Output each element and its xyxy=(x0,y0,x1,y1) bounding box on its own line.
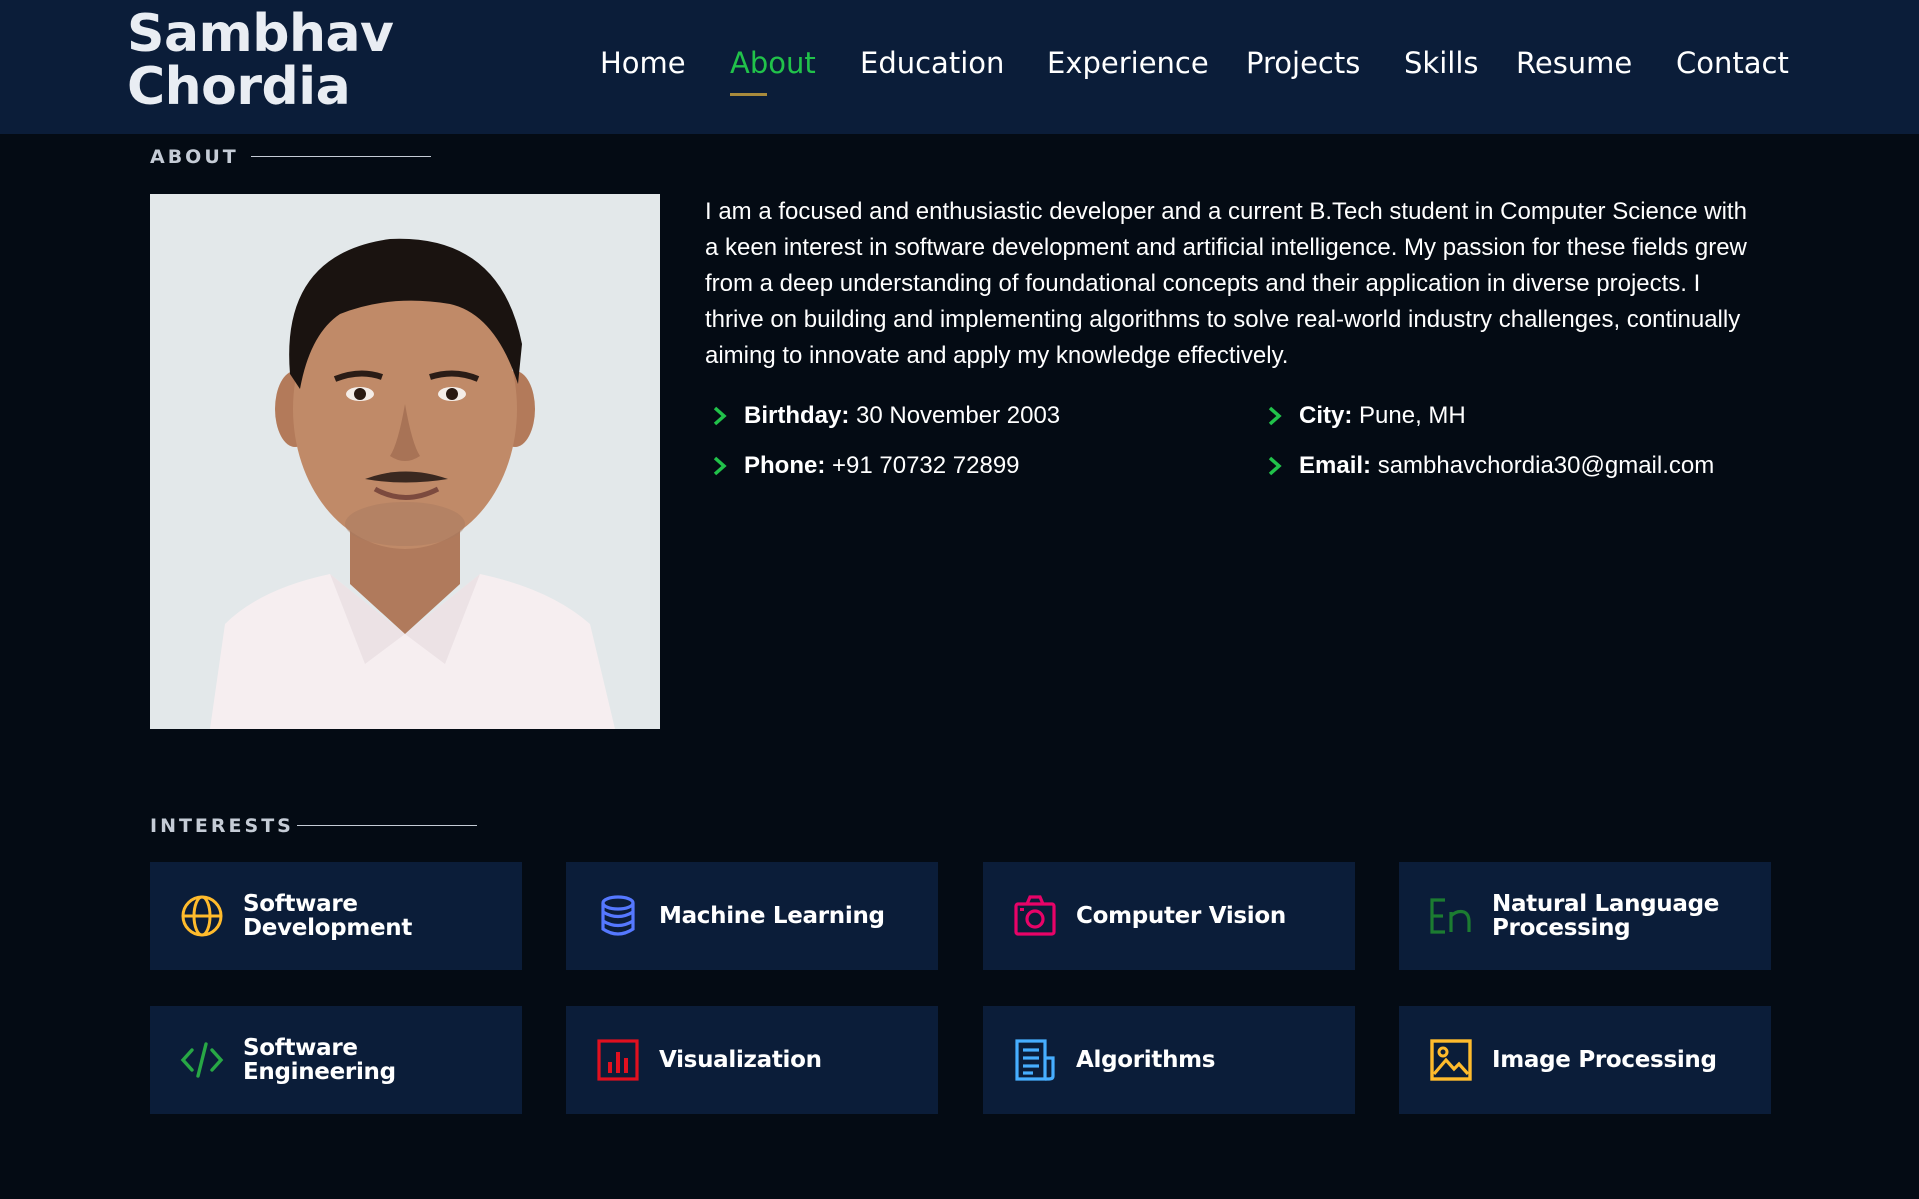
interest-card-visualization[interactable]: Visualization xyxy=(566,1006,938,1114)
info-email-value[interactable]: sambhavchordia30@gmail.com xyxy=(1378,452,1715,479)
main-nav: Home About Education Experience Projects… xyxy=(0,46,1919,106)
interest-label-line1: Software xyxy=(243,1035,358,1061)
info-birthday-label: Birthday: xyxy=(744,402,850,429)
chevron-right-icon xyxy=(1268,456,1282,476)
info-birthday-value: 30 November 2003 xyxy=(856,402,1061,429)
info-birthday: Birthday: 30 November 2003 xyxy=(744,402,1060,430)
interest-label-line1: Image Processing xyxy=(1492,1047,1717,1073)
about-section-title: ABOUT xyxy=(150,146,239,168)
interest-label: Natural Language Processing xyxy=(1492,862,1762,970)
info-email: Email: sambhavchordia30@gmail.com xyxy=(1299,452,1714,480)
about-bio: I am a focused and enthusiastic develope… xyxy=(705,198,1747,369)
interest-card-computer-vision[interactable]: Computer Vision xyxy=(983,862,1355,970)
interest-label: Machine Learning xyxy=(659,862,929,970)
nav-home[interactable]: Home xyxy=(600,46,686,80)
interest-label-line1: Visualization xyxy=(659,1047,822,1073)
chevron-right-icon xyxy=(713,456,727,476)
nav-projects[interactable]: Projects xyxy=(1246,46,1360,80)
nav-resume[interactable]: Resume xyxy=(1516,46,1632,80)
camera-icon xyxy=(1014,895,1056,936)
interest-label: Image Processing xyxy=(1492,1006,1762,1114)
document-icon xyxy=(1015,1039,1055,1081)
interest-label-line2: Processing xyxy=(1492,915,1631,941)
chevron-right-icon xyxy=(713,406,727,426)
nav-experience[interactable]: Experience xyxy=(1047,46,1209,80)
interest-label-line1: Algorithms xyxy=(1076,1047,1216,1073)
info-city-label: City: xyxy=(1299,402,1353,429)
interest-label-line1: Computer Vision xyxy=(1076,903,1286,929)
info-city: City: Pune, MH xyxy=(1299,402,1466,430)
interest-card-natural-language-processing[interactable]: Natural Language Processing xyxy=(1399,862,1771,970)
chevron-right-icon xyxy=(1268,406,1282,426)
interest-label-line2: Development xyxy=(243,915,413,941)
nav-skills[interactable]: Skills xyxy=(1404,46,1478,80)
interest-label-line1: Machine Learning xyxy=(659,903,885,929)
interest-label: Computer Vision xyxy=(1076,862,1346,970)
interest-label-line2: Engineering xyxy=(243,1059,396,1085)
interest-card-image-processing[interactable]: Image Processing xyxy=(1399,1006,1771,1114)
interests-section-title: INTERESTS xyxy=(150,815,294,837)
nav-about[interactable]: About xyxy=(730,46,816,80)
active-nav-underline xyxy=(730,93,767,96)
database-icon xyxy=(601,895,635,936)
bar-chart-icon xyxy=(597,1039,639,1081)
profile-photo xyxy=(150,194,660,729)
interest-label: Visualization xyxy=(659,1006,929,1114)
interest-label: Algorithms xyxy=(1076,1006,1346,1114)
interest-label-line1: Natural Language xyxy=(1492,891,1720,917)
interest-card-software-development[interactable]: Software Development xyxy=(150,862,522,970)
nav-contact[interactable]: Contact xyxy=(1676,46,1789,80)
interest-card-algorithms[interactable]: Algorithms xyxy=(983,1006,1355,1114)
interest-label: Software Engineering xyxy=(243,1006,513,1114)
info-phone: Phone: +91 70732 72899 xyxy=(744,452,1020,480)
translate-icon xyxy=(1430,898,1471,934)
profile-photo-illustration xyxy=(150,194,660,729)
site-header: Sambhav Chordia Home About Education Exp… xyxy=(0,0,1919,134)
code-icon xyxy=(180,1042,224,1078)
info-email-label: Email: xyxy=(1299,452,1372,479)
interest-card-machine-learning[interactable]: Machine Learning xyxy=(566,862,938,970)
info-phone-label: Phone: xyxy=(744,452,826,479)
info-city-value: Pune, MH xyxy=(1359,402,1466,429)
interest-label: Software Development xyxy=(243,862,513,970)
about-title-line xyxy=(251,156,431,157)
image-icon xyxy=(1430,1039,1472,1081)
interests-title-line xyxy=(297,825,477,826)
nav-education[interactable]: Education xyxy=(860,46,1004,80)
interest-label-line1: Software xyxy=(243,891,358,917)
interest-card-software-engineering[interactable]: Software Engineering xyxy=(150,1006,522,1114)
info-phone-value: +91 70732 72899 xyxy=(832,452,1020,479)
globe-icon xyxy=(181,895,223,937)
